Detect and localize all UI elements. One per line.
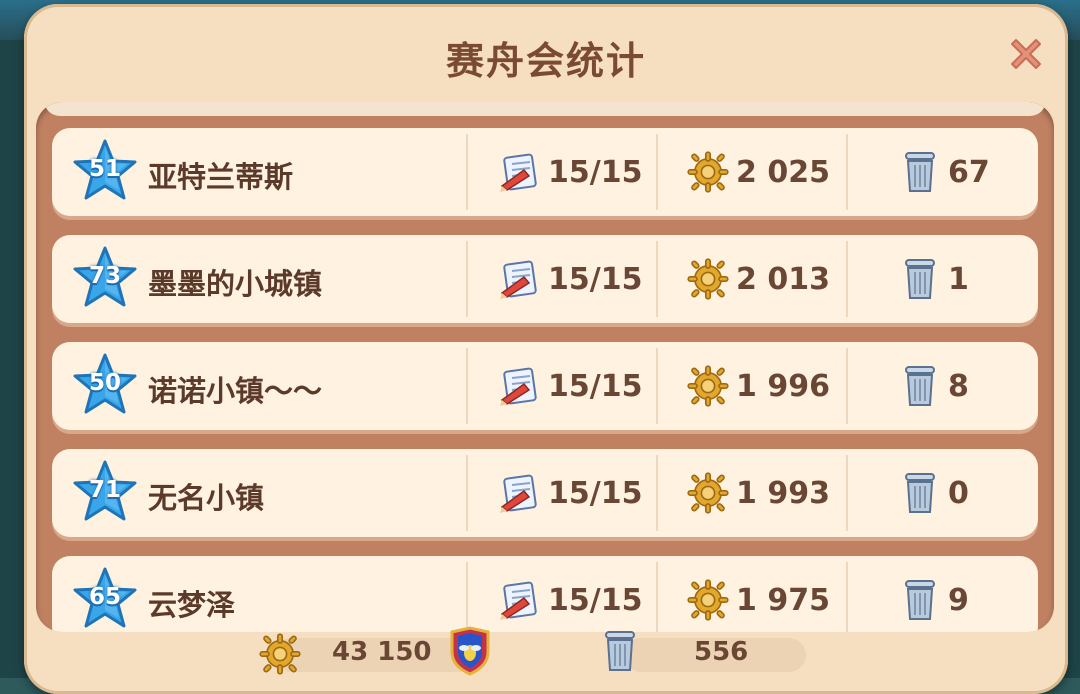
column-divider [846, 134, 848, 210]
trash-cell: 1 [900, 235, 969, 323]
trash-can-icon [905, 152, 935, 192]
tasks-value: 15/15 [548, 261, 643, 297]
ship-wheel-icon [259, 633, 301, 675]
panel-title: 赛舟会统计 [445, 39, 646, 83]
tasks-value: 15/15 [548, 475, 643, 511]
column-divider [656, 241, 658, 317]
column-divider [846, 455, 848, 531]
column-divider [466, 348, 468, 424]
ship-wheel-icon [687, 365, 729, 407]
score-value: 2 025 [736, 154, 830, 190]
trash-cell: 8 [900, 342, 969, 430]
task-paper-pencil-icon [500, 367, 537, 406]
town-name: 亚特兰蒂斯 [148, 160, 294, 194]
trash-value: 8 [948, 368, 969, 404]
trash-value: 9 [948, 582, 969, 618]
column-divider [656, 455, 658, 531]
stats-row[interactable]: 73 墨墨的小城镇 15/15 2 013 1 [52, 235, 1038, 323]
ship-wheel-icon [687, 579, 729, 621]
total-score: 43 150 [332, 637, 432, 667]
trash-value: 0 [948, 475, 969, 511]
column-divider [656, 348, 658, 424]
tasks-cell: 15/15 [498, 556, 642, 632]
column-divider [656, 562, 658, 632]
score-cell: 2 013 [686, 235, 830, 323]
column-divider [846, 348, 848, 424]
town-level: 65 [88, 584, 121, 610]
trash-can-icon [605, 631, 635, 671]
town-name: 云梦泽 [148, 588, 236, 622]
score-value: 2 013 [736, 261, 830, 297]
trash-can-icon [905, 259, 935, 299]
tasks-cell: 15/15 [498, 235, 642, 323]
score-cell: 1 996 [686, 342, 830, 430]
column-divider [656, 134, 658, 210]
town-level: 71 [88, 477, 121, 503]
close-icon[interactable] [1004, 32, 1048, 76]
column-divider [466, 562, 468, 632]
column-divider [846, 241, 848, 317]
town-level: 73 [88, 263, 121, 289]
town-level: 51 [88, 156, 121, 182]
trash-cell: 9 [900, 556, 969, 632]
stats-row[interactable]: 71 无名小镇 15/15 1 993 0 [52, 449, 1038, 537]
task-paper-pencil-icon [500, 474, 537, 513]
town-name: 诺诺小镇～～ [148, 374, 323, 408]
trash-cell: 67 [900, 128, 990, 216]
trash-can-icon [905, 473, 935, 513]
town-name: 墨墨的小城镇 [148, 267, 323, 301]
town-name: 无名小镇 [148, 481, 265, 515]
total-trash: 556 [694, 637, 749, 667]
stats-row[interactable]: 50 诺诺小镇～～ 15/15 1 996 8 [52, 342, 1038, 430]
score-value: 1 993 [736, 475, 830, 511]
tasks-cell: 15/15 [498, 449, 642, 537]
trash-value: 67 [948, 154, 990, 190]
tasks-value: 15/15 [548, 154, 643, 190]
trash-can-icon [905, 366, 935, 406]
trash-can-icon [905, 580, 935, 620]
column-divider [466, 455, 468, 531]
town-level: 50 [88, 370, 121, 396]
guild-shield-icon [450, 626, 490, 676]
tasks-value: 15/15 [548, 582, 643, 618]
column-divider [466, 134, 468, 210]
ship-wheel-icon [687, 151, 729, 193]
score-cell: 1 993 [686, 449, 830, 537]
score-cell: 2 025 [686, 128, 830, 216]
stats-row[interactable]: 65 云梦泽 15/15 1 975 9 [52, 556, 1038, 632]
column-divider [466, 241, 468, 317]
ship-wheel-icon [687, 472, 729, 514]
regatta-stats-panel: 赛舟会统计 51 亚特兰蒂斯 15/15 2 025 67 73 墨墨的小城镇 … [24, 4, 1068, 694]
column-divider [846, 562, 848, 632]
task-paper-pencil-icon [500, 260, 537, 299]
ship-wheel-icon [687, 258, 729, 300]
stats-list[interactable]: 51 亚特兰蒂斯 15/15 2 025 67 73 墨墨的小城镇 15/15 … [36, 102, 1054, 632]
tasks-cell: 15/15 [498, 342, 642, 430]
tasks-value: 15/15 [548, 368, 643, 404]
trash-value: 1 [948, 261, 969, 297]
stats-row[interactable]: 51 亚特兰蒂斯 15/15 2 025 67 [52, 128, 1038, 216]
trash-cell: 0 [900, 449, 969, 537]
list-top-lip [44, 102, 1046, 116]
task-paper-pencil-icon [500, 581, 537, 620]
score-cell: 1 975 [686, 556, 830, 632]
task-paper-pencil-icon [500, 153, 537, 192]
score-value: 1 996 [736, 368, 830, 404]
score-value: 1 975 [736, 582, 830, 618]
tasks-cell: 15/15 [498, 128, 642, 216]
